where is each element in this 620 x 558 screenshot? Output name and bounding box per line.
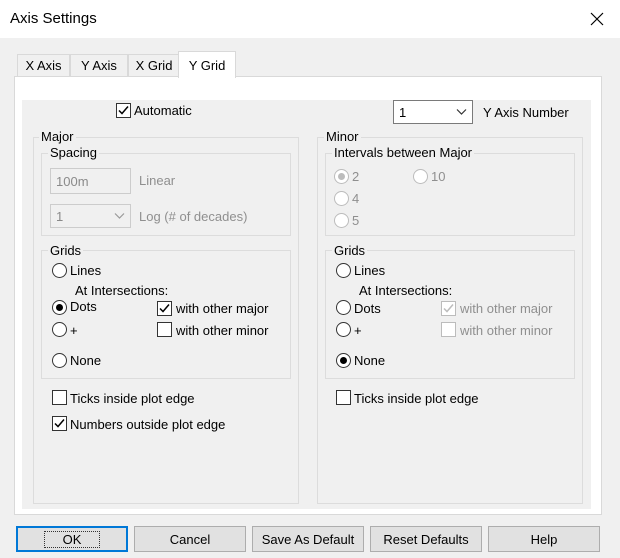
y-axis-number-label: Y Axis Number — [483, 105, 569, 120]
numbers-outside-label: Numbers outside plot edge — [70, 417, 226, 432]
save-as-default-label: Save As Default — [261, 531, 355, 547]
log-decades-label: Log (# of decades) — [139, 209, 248, 224]
minor-ticks-inside-label: Ticks inside plot edge — [354, 391, 479, 406]
automatic-checkbox[interactable] — [116, 103, 131, 118]
major-with-other-major-checkbox[interactable] — [157, 301, 172, 316]
title-bar: Axis Settings — [0, 0, 620, 39]
minor-plus-radio[interactable] — [336, 322, 351, 337]
tab-label: Y Axis — [81, 58, 117, 73]
checkmark-icon — [159, 304, 170, 313]
reset-defaults-label: Reset Defaults — [383, 531, 469, 547]
tab-label: X Axis — [25, 58, 62, 73]
cancel-button[interactable]: Cancel — [134, 526, 246, 552]
checkmark-icon — [54, 419, 65, 428]
minor-none-label: None — [354, 353, 386, 368]
minor-with-other-minor-checkbox[interactable] — [441, 322, 456, 337]
major-plus-radio[interactable] — [52, 322, 67, 337]
minor-lines-radio[interactable] — [336, 263, 351, 278]
checkmark-icon — [443, 304, 454, 313]
log-decades-value: 1 — [56, 208, 64, 224]
radio-selected-dot — [56, 304, 63, 311]
minor-interval-10-label: 10 — [431, 169, 446, 184]
minor-interval-5-label: 5 — [352, 213, 360, 228]
chevron-down-icon — [114, 213, 125, 219]
major-grids-title: Grids — [48, 243, 84, 258]
major-none-radio[interactable] — [52, 353, 67, 368]
minor-interval-4-label: 4 — [352, 191, 360, 206]
major-lines-radio[interactable] — [52, 263, 67, 278]
tab-label: Y Grid — [188, 57, 226, 73]
help-button[interactable]: Help — [488, 526, 600, 552]
minor-interval-2-label: 2 — [352, 169, 360, 184]
chevron-down-icon — [456, 109, 467, 115]
tab-y-axis[interactable]: Y Axis — [70, 54, 128, 76]
linear-label: Linear — [139, 173, 176, 188]
major-with-other-minor-label: with other minor — [176, 323, 269, 338]
minor-lines-label: Lines — [354, 263, 386, 278]
major-ticks-inside-label: Ticks inside plot edge — [70, 391, 195, 406]
radio-selected-dot — [338, 173, 345, 180]
save-as-default-button[interactable]: Save As Default — [252, 526, 364, 552]
tab-y-grid[interactable]: Y Grid — [178, 51, 236, 78]
help-button-label: Help — [530, 531, 558, 547]
intervals-group-title: Intervals between Major — [332, 145, 475, 160]
log-decades-select[interactable]: 1 — [50, 204, 131, 228]
tab-x-axis[interactable]: X Axis — [17, 54, 70, 76]
major-with-other-major-label: with other major — [176, 301, 269, 316]
minor-with-other-major-checkbox[interactable] — [441, 301, 456, 316]
ok-button[interactable]: OK — [16, 526, 128, 552]
minor-dots-radio[interactable] — [336, 300, 351, 315]
numbers-outside-checkbox[interactable] — [52, 416, 67, 431]
linear-spacing-field[interactable]: 100m — [50, 168, 131, 194]
major-dots-label: Dots — [70, 299, 97, 314]
minor-none-radio[interactable] — [336, 353, 351, 368]
major-at-intersections-label: At Intersections: — [75, 283, 169, 298]
minor-interval-10-radio[interactable] — [413, 169, 428, 184]
minor-group-title: Minor — [324, 129, 361, 144]
close-icon — [590, 12, 604, 26]
y-axis-number-select[interactable]: 1 — [393, 100, 473, 124]
radio-selected-dot — [340, 357, 347, 364]
minor-with-other-major-label: with other major — [460, 301, 553, 316]
y-axis-number-value: 1 — [399, 104, 407, 120]
spacing-group-title: Spacing — [48, 145, 99, 160]
ok-button-label: OK — [43, 530, 101, 548]
major-none-label: None — [70, 353, 102, 368]
intervals-group — [325, 153, 575, 236]
linear-spacing-value: 100m — [56, 173, 89, 189]
checkmark-icon — [118, 106, 129, 115]
major-with-other-minor-checkbox[interactable] — [157, 322, 172, 337]
reset-defaults-button[interactable]: Reset Defaults — [370, 526, 482, 552]
close-button[interactable] — [574, 2, 620, 36]
minor-interval-5-radio[interactable] — [334, 213, 349, 228]
major-ticks-inside-checkbox[interactable] — [52, 390, 67, 405]
minor-dots-label: Dots — [354, 301, 381, 316]
minor-interval-2-radio[interactable] — [334, 169, 349, 184]
minor-plus-label: + — [354, 323, 362, 338]
tab-x-grid[interactable]: X Grid — [128, 54, 180, 76]
tab-label: X Grid — [135, 58, 173, 73]
major-lines-label: Lines — [70, 263, 102, 278]
major-plus-label: + — [70, 323, 78, 338]
automatic-label: Automatic — [134, 103, 192, 118]
major-dots-radio[interactable] — [52, 300, 67, 315]
minor-ticks-inside-checkbox[interactable] — [336, 390, 351, 405]
cancel-button-label: Cancel — [169, 531, 211, 547]
minor-grids-title: Grids — [332, 243, 368, 258]
major-group-title: Major — [39, 129, 76, 144]
minor-with-other-minor-label: with other minor — [460, 323, 553, 338]
minor-interval-4-radio[interactable] — [334, 191, 349, 206]
window-title: Axis Settings — [10, 10, 97, 27]
minor-at-intersections-label: At Intersections: — [359, 283, 453, 298]
